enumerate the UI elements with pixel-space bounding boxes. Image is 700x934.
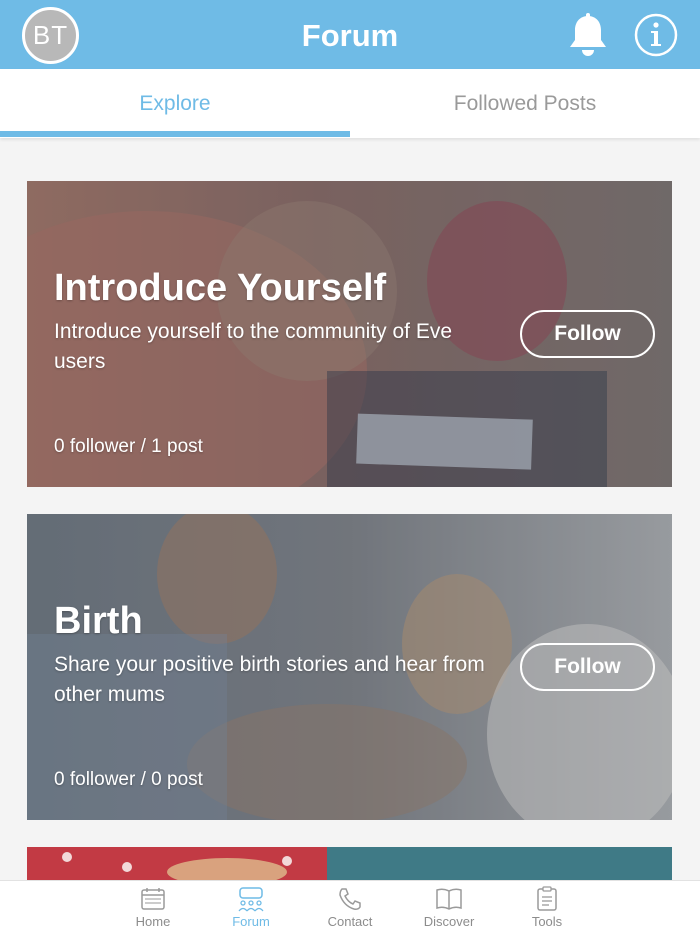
app-header: BT Forum — [0, 0, 700, 69]
forum-description: Introduce yourself to the community of E… — [54, 320, 453, 373]
tab-bar: Explore Followed Posts — [0, 69, 700, 138]
bottom-nav: Home Forum Contact Discover Tools — [0, 880, 700, 934]
forum-stats: 0 follower / 0 post — [54, 769, 203, 790]
forum-card[interactable]: Introduce Yourself Introduce yourself to… — [27, 181, 672, 487]
bell-icon[interactable] — [566, 12, 610, 58]
forum-card[interactable] — [27, 847, 672, 880]
forum-description: Share your positive birth stories and he… — [54, 653, 485, 706]
clipboard-icon — [537, 886, 557, 911]
nav-discover-label: Discover — [423, 914, 475, 929]
nav-forum-label: Forum — [232, 914, 270, 929]
tab-explore[interactable]: Explore — [0, 69, 350, 138]
calendar-icon — [141, 888, 165, 910]
nav-contact[interactable]: Contact — [310, 881, 390, 934]
forum-card-photo — [27, 847, 672, 880]
book-icon — [436, 888, 462, 910]
forum-title: Birth — [54, 600, 143, 642]
nav-discover[interactable]: Discover — [409, 881, 489, 934]
follow-button[interactable]: Follow — [520, 310, 655, 358]
follow-button[interactable]: Follow — [520, 643, 655, 691]
nav-tools[interactable]: Tools — [507, 881, 587, 934]
info-icon[interactable] — [634, 13, 678, 57]
forum-card[interactable]: Birth Share your positive birth stories … — [27, 514, 672, 820]
forum-icon — [238, 887, 264, 912]
nav-home-label: Home — [135, 914, 171, 929]
active-tab-indicator — [0, 131, 350, 137]
nav-tools-label: Tools — [531, 914, 563, 929]
nav-forum[interactable]: Forum — [211, 881, 291, 934]
nav-contact-label: Contact — [327, 914, 373, 929]
forum-stats: 0 follower / 1 post — [54, 436, 203, 457]
tab-followed-posts[interactable]: Followed Posts — [350, 69, 700, 138]
nav-home[interactable]: Home — [113, 881, 193, 934]
forum-title: Introduce Yourself — [54, 267, 387, 309]
phone-icon — [339, 888, 361, 910]
